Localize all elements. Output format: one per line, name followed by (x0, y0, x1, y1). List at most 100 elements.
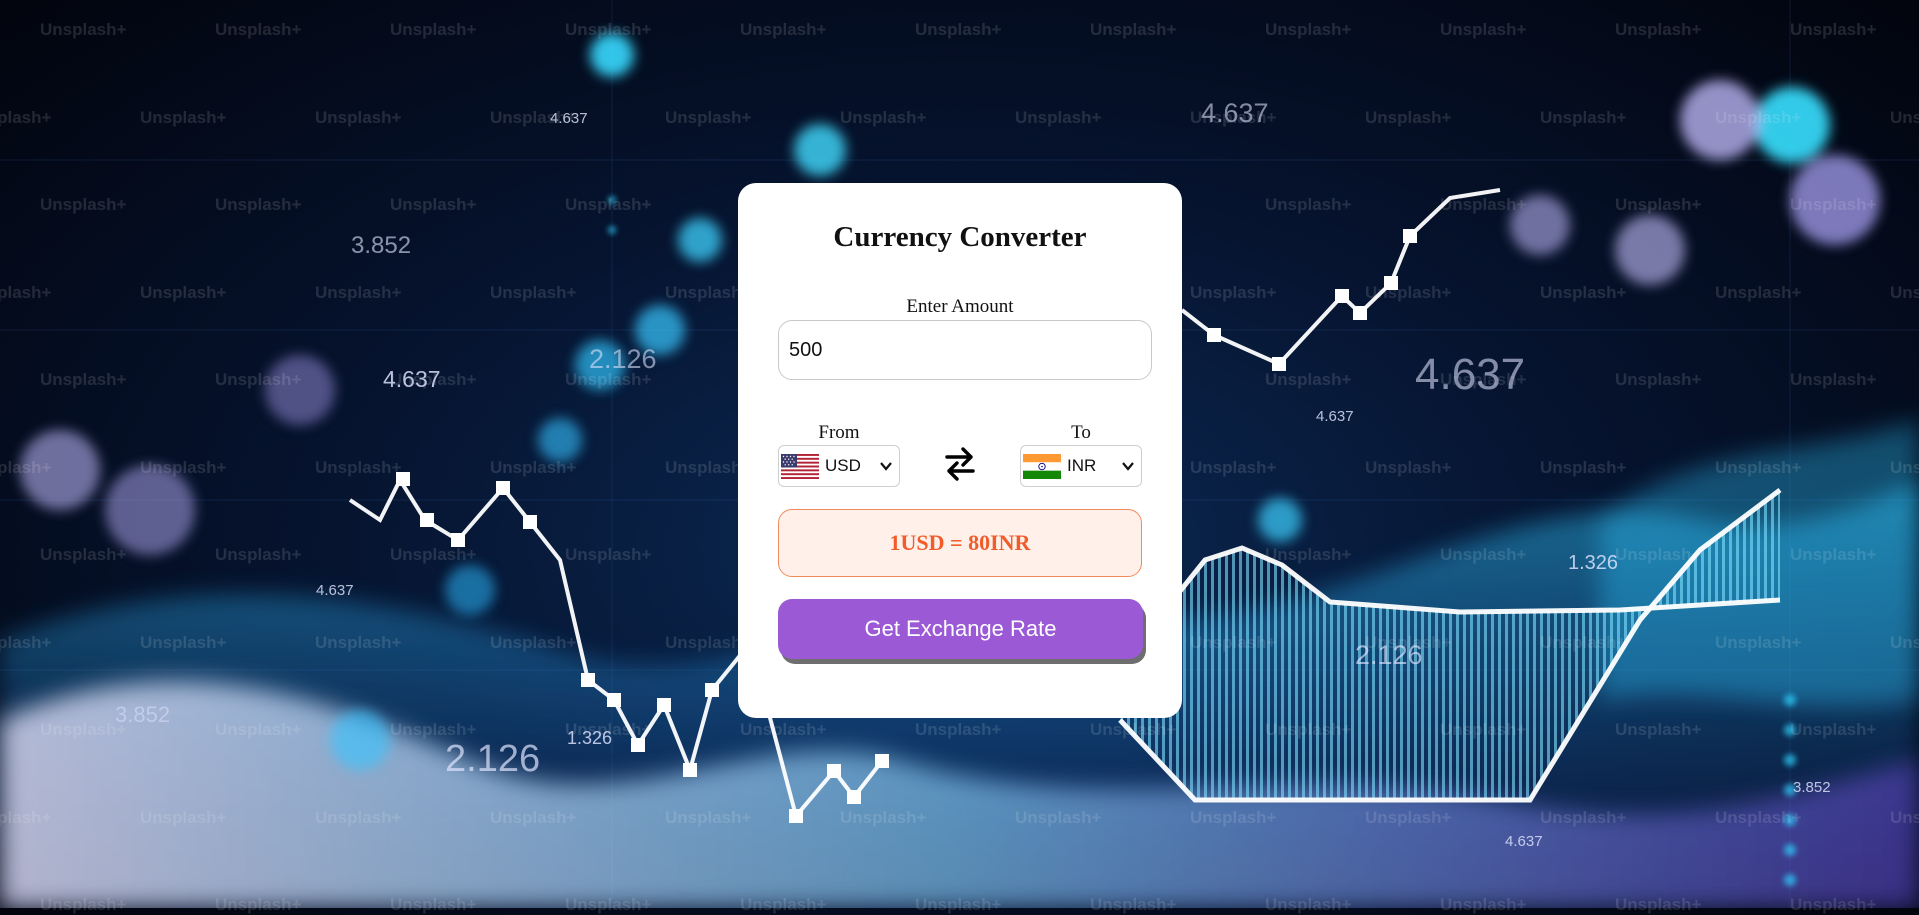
watermark-text: Unsplash+ (0, 107, 52, 127)
bg-number: 4.637 (1505, 833, 1543, 850)
watermark-text: Unsplash+ (740, 895, 827, 914)
watermark-text: Unsplash+ (1190, 457, 1277, 477)
watermark-text: Unsplash+ (315, 807, 402, 827)
watermark-text: Unsplash+ (40, 545, 127, 564)
watermark-text: Unsplash+ (1440, 20, 1527, 39)
watermark-text: Unsplash+ (40, 195, 127, 214)
watermark-text: Unsplash+ (1365, 282, 1452, 302)
watermark-text: Unsplash+ (1715, 282, 1802, 302)
watermark-text: Unsplash+ (40, 720, 127, 739)
bg-number: 2.126 (1355, 640, 1423, 670)
watermark-text: Unsplash+ (490, 632, 577, 652)
watermark-text: Unsplash+ (1190, 632, 1277, 652)
india-flag-icon (1023, 453, 1061, 479)
watermark-text: Unsplash+ (490, 457, 577, 477)
watermark-text: Unsplash+ (1190, 282, 1277, 302)
watermark-text: Unsplash+ (1540, 632, 1627, 652)
watermark-text: Unsplash+ (1540, 457, 1627, 477)
watermark-text: Unsplash+ (1265, 370, 1352, 389)
watermark-text: Unsplash+ (1090, 20, 1177, 39)
converter-card: Currency Converter Enter Amount From USD (738, 183, 1182, 718)
bg-number: 4.637 (550, 110, 588, 127)
watermark-text: Unsplash+ (315, 632, 402, 652)
from-currency-select[interactable]: USD (778, 445, 900, 487)
watermark-text: Unsplash+ (1440, 895, 1527, 914)
us-flag-icon (781, 453, 819, 479)
watermark-text: Unsplash+ (40, 20, 127, 39)
watermark-text: Unsplash+ (390, 895, 477, 914)
watermark-text: Unsplash+ (0, 457, 52, 477)
watermark-text: Unsplash+ (1715, 457, 1802, 477)
watermark-text: Unsplash+ (315, 107, 402, 127)
page-title: Currency Converter (833, 221, 1087, 253)
watermark-text: Unsplash+ (665, 107, 752, 127)
watermark-text: Unsplash+ (390, 20, 477, 39)
watermark-text: Unsplash+ (840, 807, 927, 827)
watermark-text: Unsplash+ (40, 370, 127, 389)
watermark-text: Unsplash+ (915, 895, 1002, 914)
bg-number: 3.852 (1793, 779, 1831, 796)
watermark-text: Unsplash+ (1440, 195, 1527, 214)
bg-number: 4.637 (1415, 350, 1526, 399)
watermark-text: Unsplash+ (1890, 107, 1919, 127)
watermark-text: Unsplash+ (1265, 20, 1352, 39)
watermark-text: Unsplash+ (565, 20, 652, 39)
watermark-text: Unsplash+ (840, 107, 927, 127)
bg-number: 4.637 (1316, 408, 1354, 425)
watermark-text: Unsplash+ (490, 282, 577, 302)
swap-arrows-icon[interactable] (943, 446, 977, 482)
bg-number: 4.637 (383, 366, 441, 392)
watermark-text: Unsplash+ (1790, 720, 1877, 739)
watermark-text: Unsplash+ (140, 632, 227, 652)
watermark-text: Unsplash+ (1790, 20, 1877, 39)
watermark-text: Unsplash+ (1890, 632, 1919, 652)
watermark-text: Unsplash+ (315, 282, 402, 302)
watermark-text: Unsplash+ (1540, 107, 1627, 127)
watermark-text: Unsplash+ (1540, 282, 1627, 302)
watermark-text: Unsplash+ (565, 195, 652, 214)
watermark-text: Unsplash+ (0, 807, 52, 827)
watermark-text: Unsplash+ (1265, 720, 1352, 739)
watermark-text: Unsplash+ (1615, 895, 1702, 914)
to-currency-value: INR (1067, 456, 1097, 475)
watermark-text: Unsplash+ (1265, 195, 1352, 214)
watermark-text: Unsplash+ (140, 107, 227, 127)
from-currency-value: USD (825, 456, 861, 475)
watermark-text: Unsplash+ (1715, 107, 1802, 127)
watermark-text: Unsplash+ (915, 20, 1002, 39)
watermark-text: Unsplash+ (1265, 545, 1352, 564)
watermark-text: Unsplash+ (1015, 107, 1102, 127)
watermark-text: Unsplash+ (215, 20, 302, 39)
watermark-text: Unsplash+ (1890, 457, 1919, 477)
from-label: From (818, 422, 860, 443)
watermark-text: Unsplash+ (1365, 457, 1452, 477)
watermark-text: Unsplash+ (1790, 545, 1877, 564)
watermark-text: Unsplash+ (1540, 807, 1627, 827)
chevron-down-icon (1122, 462, 1134, 471)
watermark-text: Unsplash+ (1440, 720, 1527, 739)
watermark-text: Unsplash+ (1790, 195, 1877, 214)
watermark-text: Unsplash+ (215, 370, 302, 389)
watermark-text: Unsplash+ (490, 807, 577, 827)
watermark-text: Unsplash+ (140, 282, 227, 302)
watermark-text: Unsplash+ (1715, 807, 1802, 827)
watermark-text: Unsplash+ (1365, 107, 1452, 127)
bg-number: 2.126 (445, 738, 541, 780)
amount-input[interactable] (778, 320, 1152, 380)
watermark-text: Unsplash+ (215, 545, 302, 564)
to-currency-select[interactable]: INR (1020, 445, 1142, 487)
get-exchange-rate-button[interactable]: Get Exchange Rate (778, 599, 1143, 659)
watermark-text: Unsplash+ (1090, 720, 1177, 739)
bg-number: 2.126 (589, 344, 657, 374)
bg-number: 4.637 (1201, 98, 1269, 128)
watermark-text: Unsplash+ (1715, 632, 1802, 652)
watermark-text: Unsplash+ (1190, 807, 1277, 827)
watermark-text: Unsplash+ (1790, 895, 1877, 914)
bg-number: 1.326 (567, 728, 613, 748)
watermark-text: Unsplash+ (140, 457, 227, 477)
bg-number: 4.637 (316, 582, 354, 599)
watermark-text: Unsplash+ (1890, 807, 1919, 827)
watermark-text: Unsplash+ (215, 895, 302, 914)
watermark-text: Unsplash+ (915, 720, 1002, 739)
watermark-text: Unsplash+ (1615, 720, 1702, 739)
